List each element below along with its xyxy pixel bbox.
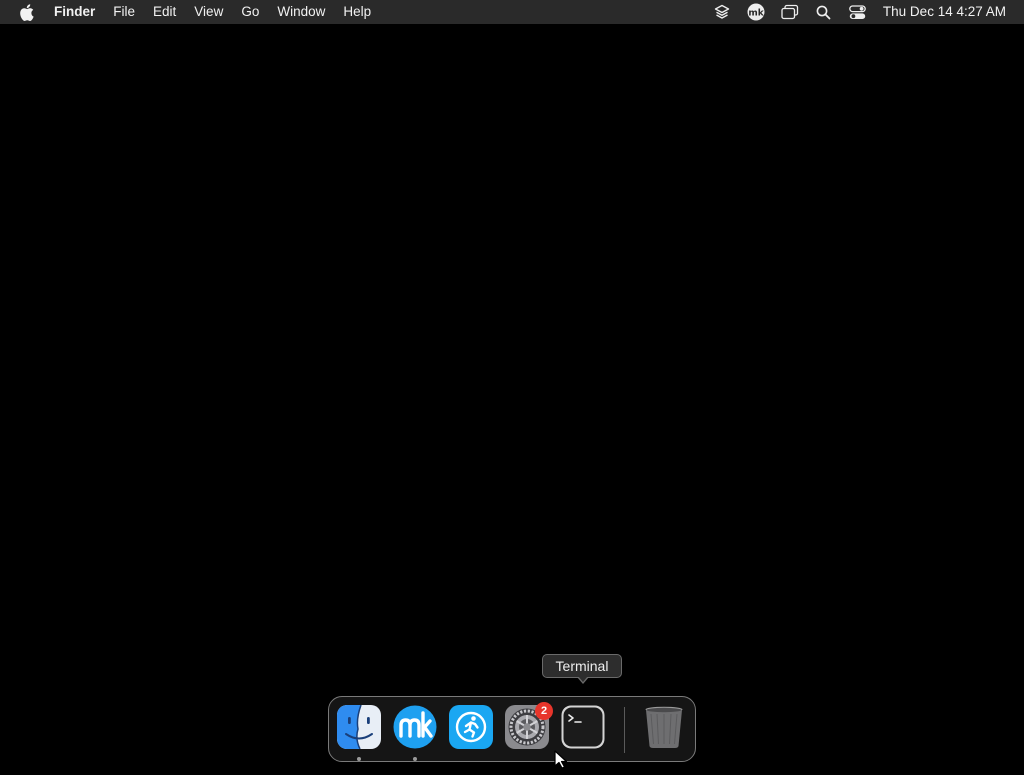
tooltip-arrow-fill [578, 676, 588, 682]
menu-view[interactable]: View [185, 0, 232, 24]
mouse-cursor-icon [554, 750, 574, 775]
mk-app-running-indicator [413, 757, 417, 761]
menu-bar-clock[interactable]: Thu Dec 14 4:27 AM [875, 0, 1006, 24]
menu-go[interactable]: Go [232, 0, 268, 24]
control-center-icon[interactable] [841, 0, 875, 24]
mk-icon[interactable]: mk [739, 0, 773, 24]
notification-badge: 2 [535, 702, 553, 720]
mk-app-icon[interactable] [393, 705, 437, 749]
menu-app-name[interactable]: Finder [48, 0, 104, 24]
menu-window[interactable]: Window [268, 0, 334, 24]
svg-text:mk: mk [748, 8, 764, 18]
menu-file[interactable]: File [104, 0, 144, 24]
runner-app-icon[interactable] [449, 705, 493, 749]
terminal-icon[interactable] [561, 705, 605, 749]
menu-bar-right: mk Thu Dec 14 4:27 AM [705, 0, 1024, 24]
screen-mirroring-icon[interactable] [773, 0, 807, 24]
dock-tooltip: Terminal [542, 654, 622, 678]
dock-separator [624, 707, 625, 753]
menu-bar: Finder File Edit View Go Window Help mk [0, 0, 1024, 24]
search-icon[interactable] [807, 0, 841, 24]
menu-edit[interactable]: Edit [144, 0, 185, 24]
menu-help[interactable]: Help [334, 0, 380, 24]
layers-icon[interactable] [705, 0, 739, 24]
menu-bar-left: Finder File Edit View Go Window Help [0, 0, 380, 24]
finder-icon[interactable] [337, 705, 381, 749]
finder-running-indicator [357, 757, 361, 761]
apple-menu-icon[interactable] [16, 0, 36, 24]
trash-icon[interactable] [642, 705, 686, 749]
